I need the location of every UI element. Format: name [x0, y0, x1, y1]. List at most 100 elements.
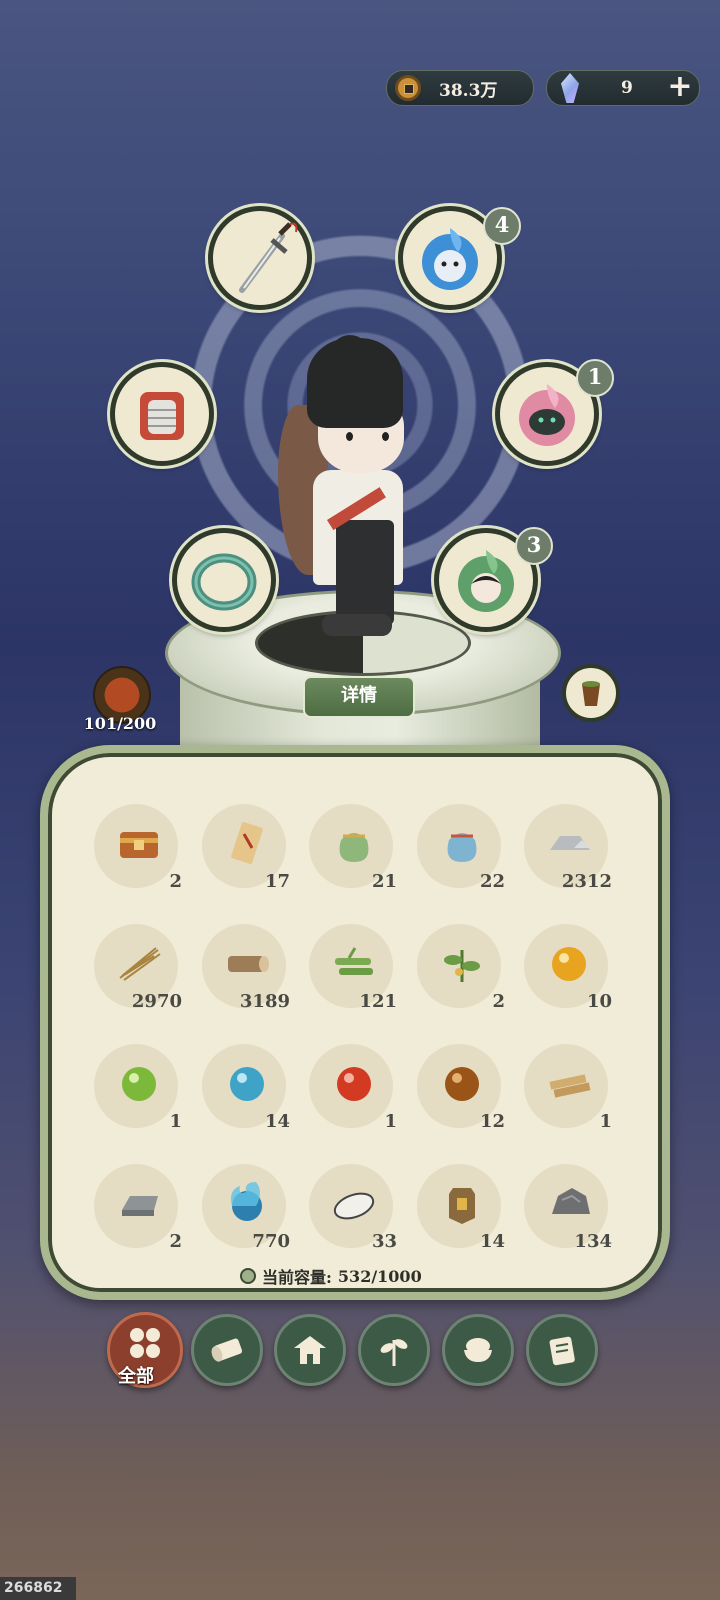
- rice-bowl-icon: [464, 1338, 492, 1362]
- dragon-spirit-icon: [519, 384, 575, 446]
- item-count: 1: [599, 1111, 612, 1132]
- inventory-item-blue-flame-orb[interactable]: 770: [198, 1160, 292, 1254]
- item-count: 770: [252, 1231, 290, 1252]
- log-icon: [211, 1338, 243, 1362]
- slot-spirit-1[interactable]: 4: [398, 206, 521, 310]
- coin-balance: 38.3万: [386, 70, 534, 106]
- house-icon: [294, 1336, 326, 1364]
- red-orb-icon: [329, 1060, 379, 1104]
- item-count: 10: [586, 991, 612, 1012]
- capacity-value: 532/1000: [337, 1266, 422, 1286]
- planks-icon: [544, 1060, 594, 1104]
- inventory-item-log[interactable]: 3189: [198, 920, 292, 1014]
- capacity-icon: [240, 1268, 256, 1284]
- token-plaque-icon: [437, 1180, 487, 1224]
- all-grid-icon: [130, 1328, 160, 1358]
- inventory-item-straw-bundle[interactable]: 2970: [90, 920, 184, 1014]
- inventory-item-iron-ingot[interactable]: 2: [90, 1160, 184, 1254]
- scroll-icon: [549, 1336, 575, 1366]
- inventory-item-brown-orb[interactable]: 12: [413, 1040, 507, 1134]
- spirit-3-badge: 3: [515, 527, 553, 565]
- herb-icon: [380, 1339, 408, 1366]
- inventory-item-treasure-chest[interactable]: 2: [90, 800, 184, 894]
- treasure-chest-icon: [114, 820, 164, 864]
- inventory-item-green-pouch[interactable]: 21: [305, 800, 399, 894]
- inventory-item-scroll-talisman[interactable]: 17: [198, 800, 292, 894]
- watermark-id: 266862: [0, 1577, 76, 1600]
- item-count: 22: [479, 871, 505, 892]
- coin-value: 38.3万: [439, 80, 498, 101]
- tab-food[interactable]: [442, 1314, 514, 1386]
- item-count: 1: [384, 1111, 397, 1132]
- gem-balance: 9 +: [546, 70, 700, 106]
- inventory-item-white-stone[interactable]: 33: [305, 1160, 399, 1254]
- item-count: 14: [264, 1111, 290, 1132]
- slot-weapon[interactable]: [208, 206, 312, 310]
- ore-rock-icon: [544, 1180, 594, 1224]
- green-pouch-icon: [329, 820, 379, 864]
- item-count: 2970: [131, 991, 182, 1012]
- inventory-item-planks[interactable]: 1: [520, 1040, 614, 1134]
- inventory-item-blue-orb[interactable]: 14: [198, 1040, 292, 1134]
- inventory-item-gold-orb[interactable]: 10: [520, 920, 614, 1014]
- jade-bracelet-icon: [191, 553, 257, 611]
- gem-icon: [561, 73, 579, 103]
- bamboo-icon: [329, 940, 379, 984]
- slot-spirit-2[interactable]: 1: [495, 359, 614, 466]
- inventory-item-bamboo[interactable]: 121: [305, 920, 399, 1014]
- straw-bundle-icon: [114, 940, 164, 984]
- detail-button[interactable]: 详情: [303, 676, 415, 718]
- item-count: 121: [359, 991, 397, 1012]
- inventory-item-herb[interactable]: 2: [413, 920, 507, 1014]
- herb-icon: [437, 940, 487, 984]
- log-icon: [222, 940, 272, 984]
- gold-orb-icon: [544, 940, 594, 984]
- scroll-talisman-icon: [222, 820, 272, 864]
- green-orb-icon: [114, 1060, 164, 1104]
- blue-orb-icon: [222, 1060, 272, 1104]
- companion-spirit-icon: [458, 550, 514, 612]
- sword-icon: [239, 222, 298, 293]
- inventory-item-blue-pouch[interactable]: 22: [413, 800, 507, 894]
- iron-ingot-icon: [114, 1180, 164, 1224]
- blue-flame-orb-icon: [222, 1180, 272, 1224]
- armor-icon: [140, 392, 184, 440]
- tab-all-label: 全部: [118, 1366, 154, 1387]
- item-count: 1: [169, 1111, 182, 1132]
- spirit-2-badge: 1: [576, 359, 614, 397]
- item-count: 2: [492, 991, 505, 1012]
- tab-materials[interactable]: [191, 1314, 263, 1386]
- blue-ghost-spirit-icon: [422, 228, 478, 290]
- tab-building[interactable]: [274, 1314, 346, 1386]
- item-count: 21: [371, 871, 397, 892]
- inventory-item-stone[interactable]: 2312: [520, 800, 614, 894]
- slot-armor[interactable]: [110, 362, 214, 466]
- item-count: 2312: [561, 871, 612, 892]
- capacity-label: 当前容量:: [262, 1268, 332, 1287]
- item-count: 2: [169, 1231, 182, 1252]
- slot-spirit-3[interactable]: 3: [434, 527, 553, 632]
- item-count: 2: [169, 871, 182, 892]
- slot-accessory[interactable]: [172, 528, 276, 632]
- capacity-display: 当前容量: 532/1000: [240, 1264, 480, 1288]
- brown-orb-icon: [437, 1060, 487, 1104]
- item-count: 134: [574, 1231, 612, 1252]
- tab-scrolls[interactable]: [526, 1314, 598, 1386]
- stone-icon: [544, 820, 594, 864]
- item-count: 3189: [239, 991, 290, 1012]
- cup-icon[interactable]: [562, 664, 620, 722]
- item-count: 17: [264, 871, 290, 892]
- item-count: 12: [479, 1111, 505, 1132]
- inventory-item-token-plaque[interactable]: 14: [413, 1160, 507, 1254]
- item-count: 33: [371, 1231, 397, 1252]
- gem-value: 9: [621, 78, 633, 98]
- white-stone-icon: [329, 1180, 379, 1224]
- item-count: 14: [479, 1231, 505, 1252]
- blue-pouch-icon: [437, 820, 487, 864]
- tab-herbs[interactable]: [358, 1314, 430, 1386]
- add-gems-button[interactable]: +: [665, 72, 695, 103]
- inventory-item-red-orb[interactable]: 1: [305, 1040, 399, 1134]
- beast-counter: 101/200: [83, 714, 157, 733]
- inventory-item-green-orb[interactable]: 1: [90, 1040, 184, 1134]
- inventory-item-ore-rock[interactable]: 134: [520, 1160, 614, 1254]
